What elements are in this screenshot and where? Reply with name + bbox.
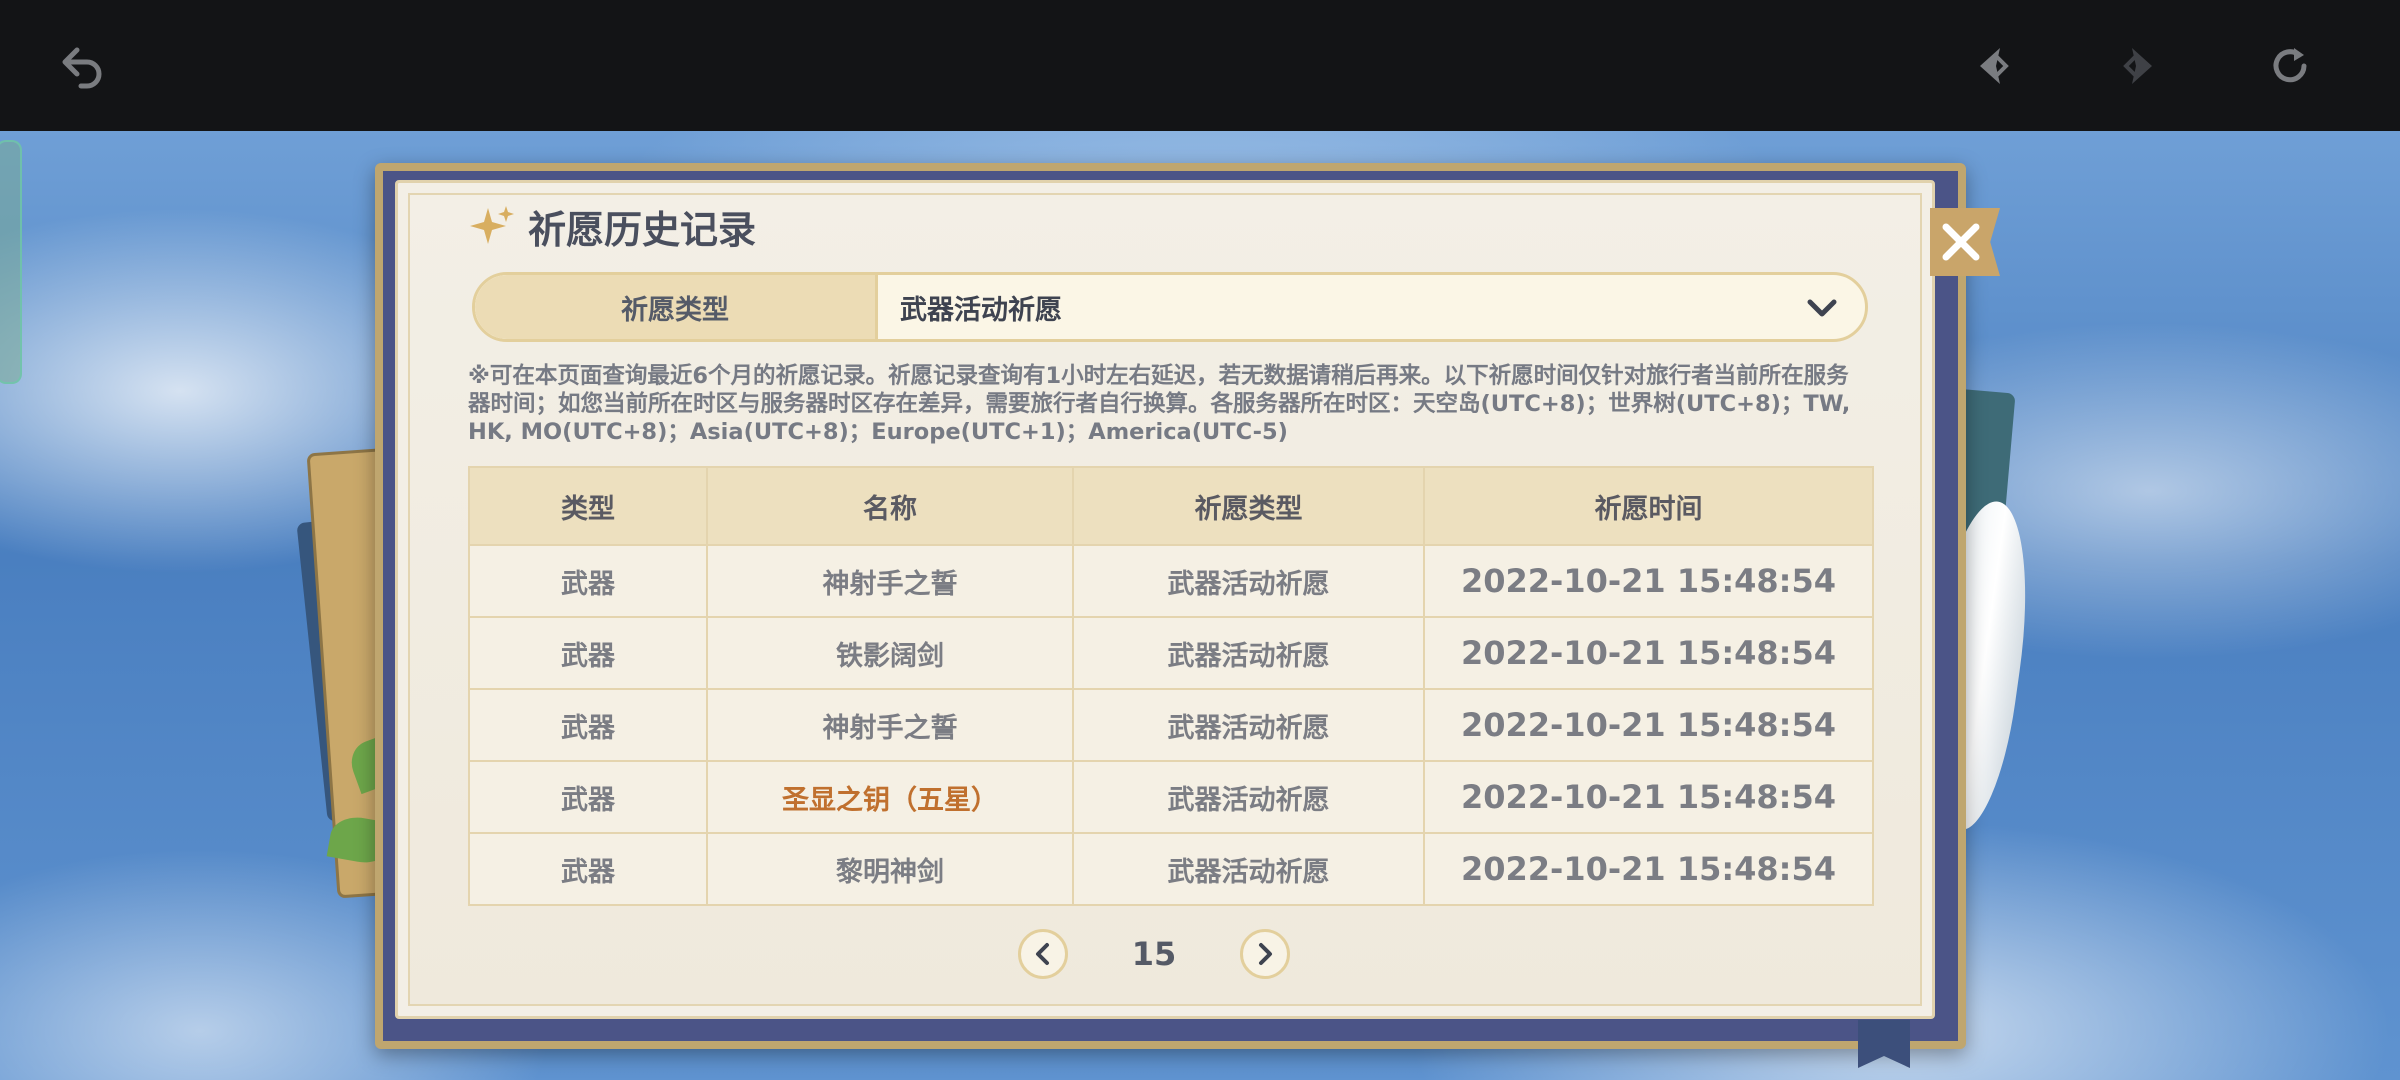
pagination: 15 [1018, 927, 1290, 981]
cell-name: 神射手之誓 [706, 688, 1074, 762]
cell-wish-time: 2022-10-21 15:48:54 [1423, 544, 1874, 618]
cell-name: 黎明神剑 [706, 832, 1074, 906]
cell-wish-type: 武器活动祈愿 [1072, 688, 1425, 762]
table-row: 武器 黎明神剑 武器活动祈愿 2022-10-21 15:48:54 [468, 832, 1874, 906]
next-page-button[interactable] [2112, 38, 2168, 94]
cell-name: 铁影阔剑 [706, 616, 1074, 690]
chevron-down-icon [1807, 299, 1837, 317]
prev-page-arrow-button[interactable] [1018, 929, 1068, 979]
cell-wish-type: 武器活动祈愿 [1072, 616, 1425, 690]
cell-wish-time: 2022-10-21 15:48:54 [1423, 688, 1874, 762]
column-header-wish-time: 祈愿时间 [1423, 466, 1874, 546]
filter-label: 祈愿类型 [475, 275, 878, 339]
diamond-right-icon [2123, 48, 2152, 84]
cell-wish-type: 武器活动祈愿 [1072, 760, 1425, 834]
chevron-right-icon [1259, 943, 1272, 965]
table-row: 武器 神射手之誓 武器活动祈愿 2022-10-21 15:48:54 [468, 688, 1874, 762]
cell-name-five-star: 圣显之钥（五星） [706, 760, 1074, 834]
table-row: 武器 神射手之誓 武器活动祈愿 2022-10-21 15:48:54 [468, 544, 1874, 618]
chevron-left-icon [1036, 943, 1049, 965]
wish-type-select[interactable]: 武器活动祈愿 [878, 275, 1865, 339]
close-button[interactable] [1930, 208, 2000, 276]
refresh-icon [2273, 48, 2307, 83]
wish-type-filter: 祈愿类型 武器活动祈愿 [472, 272, 1868, 342]
column-header-type: 类型 [468, 466, 708, 546]
page-number: 15 [1131, 935, 1177, 973]
cell-wish-time: 2022-10-21 15:48:54 [1423, 616, 1874, 690]
prev-page-button[interactable] [1964, 38, 2020, 94]
refresh-button[interactable] [2262, 38, 2318, 94]
wish-history-table: 类型 名称 祈愿类型 祈愿时间 武器 神射手之誓 武器活动祈愿 2022-10-… [468, 466, 1874, 906]
cell-type: 武器 [468, 544, 708, 618]
diamond-left-icon [1980, 48, 2009, 84]
table-header-row: 类型 名称 祈愿类型 祈愿时间 [468, 466, 1874, 546]
cell-type: 武器 [468, 760, 708, 834]
page-title: 祈愿历史记录 [528, 207, 757, 252]
cell-wish-type: 武器活动祈愿 [1072, 832, 1425, 906]
dialog-header: 祈愿历史记录 [468, 198, 756, 254]
cell-type: 武器 [468, 616, 708, 690]
sparkle-icon [470, 206, 514, 244]
undo-arrow-icon [62, 47, 102, 89]
next-page-arrow-button[interactable] [1240, 929, 1290, 979]
cell-wish-time: 2022-10-21 15:48:54 [1423, 760, 1874, 834]
cell-type: 武器 [468, 688, 708, 762]
column-header-wish-type: 祈愿类型 [1072, 466, 1425, 546]
table-row: 武器 铁影阔剑 武器活动祈愿 2022-10-21 15:48:54 [468, 616, 1874, 690]
side-drawer-handle[interactable] [0, 140, 22, 384]
cell-wish-type: 武器活动祈愿 [1072, 544, 1425, 618]
close-icon [1942, 223, 1980, 261]
notice-text: ※可在本页面查询最近6个月的祈愿记录。祈愿记录查询有1小时左右延迟，若无数据请稍… [468, 363, 1851, 445]
cell-wish-time: 2022-10-21 15:48:54 [1423, 832, 1874, 906]
back-button[interactable] [55, 38, 111, 94]
selected-wish-type: 武器活动祈愿 [900, 294, 1062, 326]
table-row: 武器 圣显之钥（五星） 武器活动祈愿 2022-10-21 15:48:54 [468, 760, 1874, 834]
cell-name: 神射手之誓 [706, 544, 1074, 618]
cell-type: 武器 [468, 832, 708, 906]
column-header-name: 名称 [706, 466, 1074, 546]
browser-toolbar [0, 0, 2400, 131]
